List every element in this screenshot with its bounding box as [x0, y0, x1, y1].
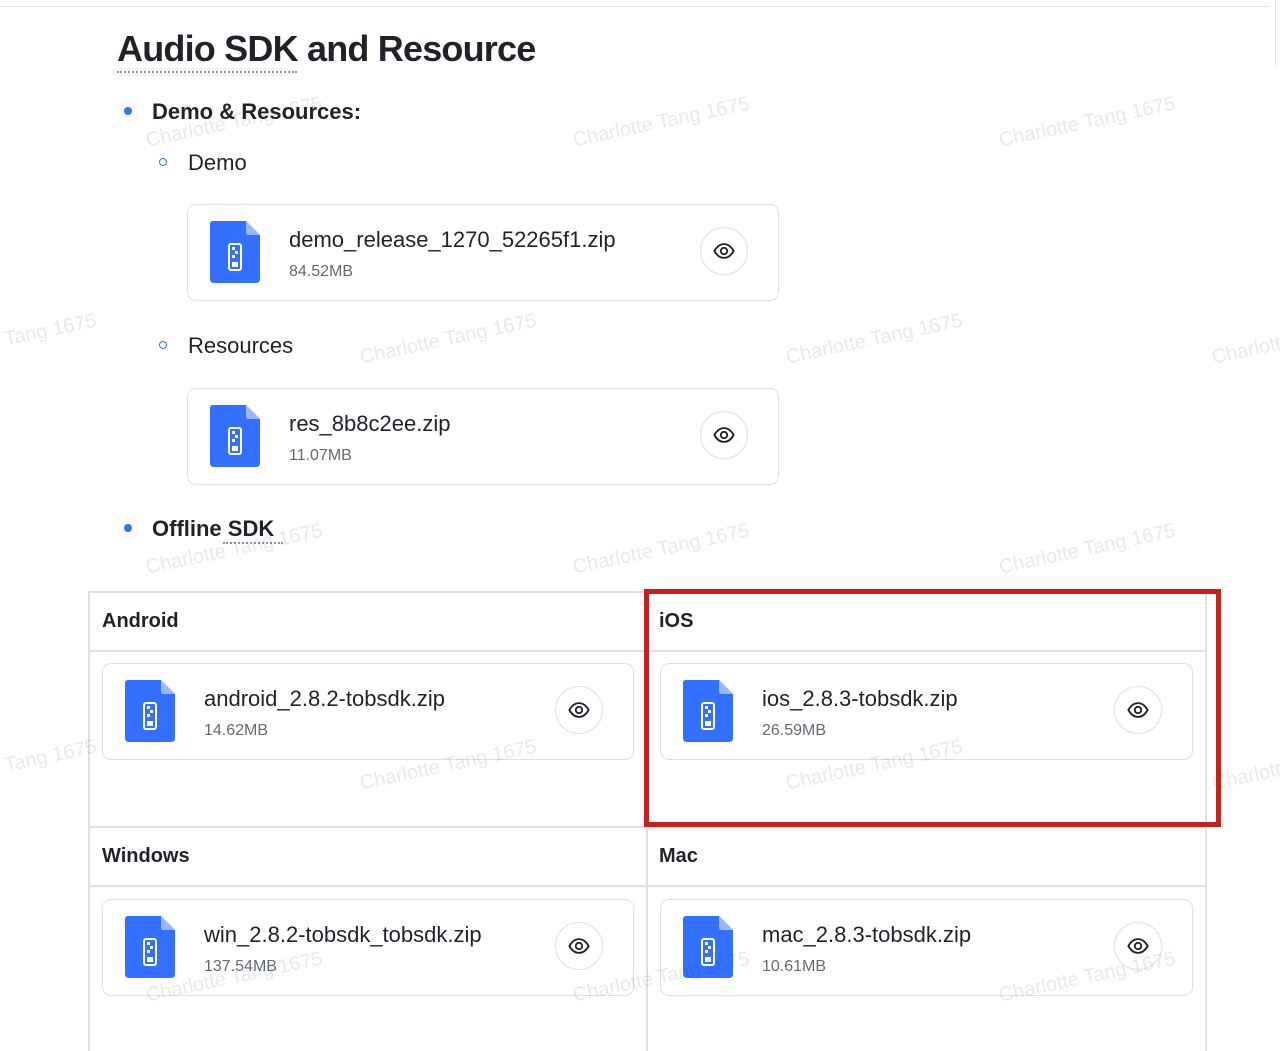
eye-icon [568, 702, 590, 718]
watermark: Charlotte Tang 1675 [0, 735, 99, 795]
bullet-dot [124, 524, 132, 532]
section-heading-offline-sdk: Offline SDK [152, 516, 275, 541]
zip-file-icon [125, 916, 175, 978]
zip-file-icon [210, 221, 260, 283]
top-divider [0, 6, 1270, 7]
zip-file-icon [683, 916, 733, 978]
file-card-windows[interactable]: win_2.8.2-tobsdk_tobsdk.zip 137.54MB [102, 899, 634, 996]
table-border [88, 591, 90, 1051]
watermark: Charlotte Tang 1675 [571, 519, 752, 579]
zip-file-icon [210, 405, 260, 467]
preview-button[interactable] [555, 686, 603, 734]
eye-icon [713, 427, 735, 443]
file-size: 10.61MB [762, 958, 827, 975]
file-size: 26.59MB [762, 722, 827, 739]
preview-button[interactable] [1114, 686, 1162, 734]
file-size: 84.52MB [289, 263, 354, 280]
file-size: 11.07MB [289, 447, 352, 464]
table-border [1205, 591, 1207, 1051]
file-name: ios_2.8.3-tobsdk.zip [762, 686, 958, 711]
file-name: android_2.8.2-tobsdk.zip [204, 686, 445, 711]
watermark: Charlotte Tang 1675 [997, 519, 1178, 579]
page-title: Audio SDK and Resource [117, 28, 536, 69]
section-heading-demo-resources: Demo & Resources: [152, 99, 362, 124]
file-card-demo[interactable]: demo_release_1270_52265f1.zip 84.52MB [187, 204, 779, 301]
file-card-mac[interactable]: mac_2.8.3-tobsdk.zip 10.61MB [660, 899, 1193, 996]
watermark: Charlotte Tang 1675 [571, 92, 752, 152]
file-size: 137.54MB [204, 958, 277, 975]
file-name: win_2.8.2-tobsdk_tobsdk.zip [204, 922, 482, 947]
file-size: 14.62MB [204, 722, 269, 739]
table-header-windows: Windows [102, 845, 190, 867]
eye-icon [1127, 702, 1149, 718]
watermark: Charlotte Tang 1675 [784, 309, 965, 369]
zip-file-icon [125, 680, 175, 742]
file-name: res_8b8c2ee.zip [289, 411, 451, 436]
sub-bullet-circle [159, 341, 167, 349]
watermark: Charlotte Tang 1675 [1210, 736, 1280, 795]
table-header-android: Android [102, 610, 179, 632]
comment-underline [223, 542, 283, 544]
eye-icon [713, 243, 735, 259]
watermark: Charlotte Tang 1675 [1210, 310, 1280, 369]
sub-heading-demo: Demo [188, 150, 247, 175]
preview-button[interactable] [1114, 922, 1162, 970]
file-card-ios[interactable]: ios_2.8.3-tobsdk.zip 26.59MB [660, 663, 1193, 760]
file-card-android[interactable]: android_2.8.2-tobsdk.zip 14.62MB [102, 663, 634, 760]
right-divider [1275, 0, 1276, 66]
sub-bullet-circle [159, 158, 167, 166]
preview-button[interactable] [700, 227, 748, 275]
eye-icon [568, 938, 590, 954]
file-name: mac_2.8.3-tobsdk.zip [762, 922, 972, 947]
watermark: Charlotte Tang 1675 [997, 92, 1178, 152]
watermark: Charlotte Tang 1675 [358, 309, 539, 369]
table-border [646, 591, 648, 1051]
table-header-mac: Mac [659, 845, 698, 867]
sub-heading-resources: Resources [188, 333, 294, 358]
title-comment-underline [117, 71, 297, 73]
watermark: Charlotte Tang 1675 [0, 309, 99, 369]
file-card-resources[interactable]: res_8b8c2ee.zip 11.07MB [187, 388, 779, 485]
eye-icon [1127, 938, 1149, 954]
bullet-dot [124, 107, 132, 115]
preview-button[interactable] [700, 411, 748, 459]
preview-button[interactable] [555, 922, 603, 970]
table-header-ios: iOS [659, 610, 694, 632]
file-name: demo_release_1270_52265f1.zip [289, 227, 616, 252]
zip-file-icon [683, 680, 733, 742]
